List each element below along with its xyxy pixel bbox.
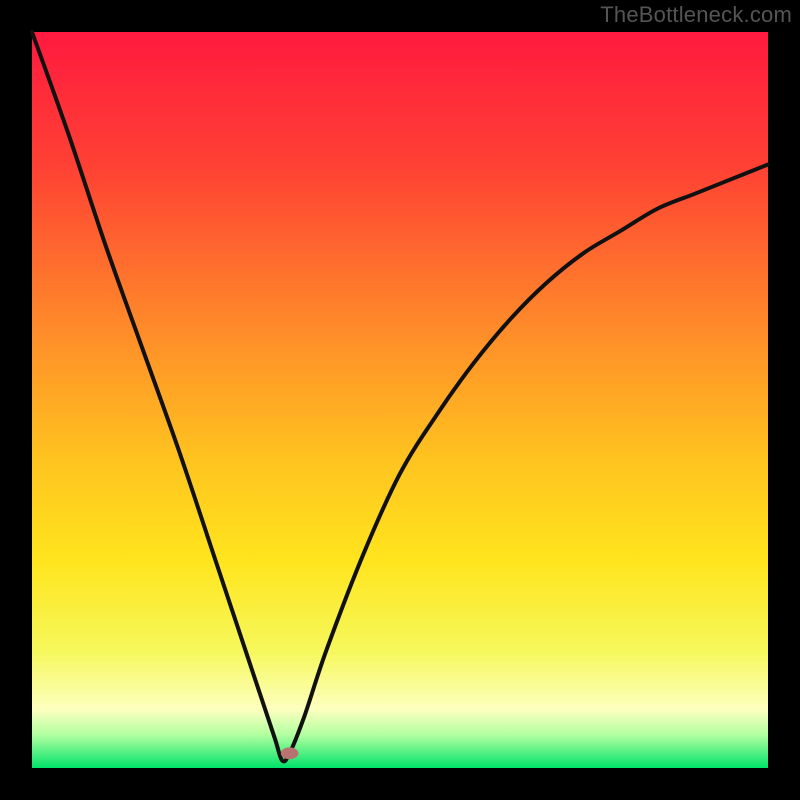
bottleneck-chart <box>0 0 800 800</box>
watermark-text: TheBottleneck.com <box>600 2 792 28</box>
minimum-marker <box>281 747 299 759</box>
plot-background <box>32 32 768 768</box>
